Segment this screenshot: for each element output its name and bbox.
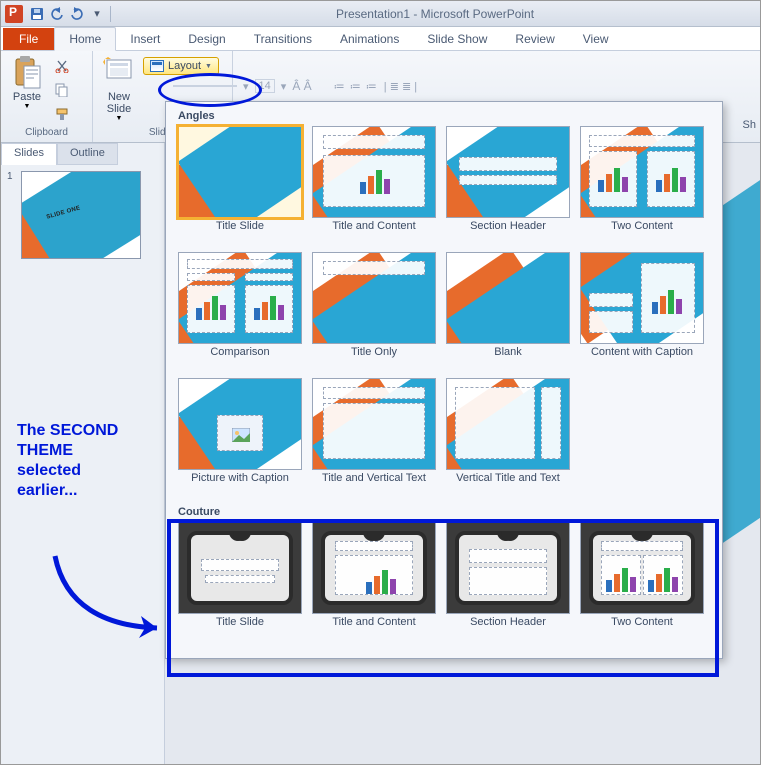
gallery-section-couture: Couture Title Slide Title and Content <box>176 504 712 642</box>
cut-button[interactable] <box>51 55 73 77</box>
powerpoint-icon <box>5 5 23 23</box>
chevron-down-icon: ▼ <box>205 63 212 70</box>
paste-icon <box>11 57 43 89</box>
tab-home[interactable]: Home <box>54 27 116 51</box>
layout-gallery: Angles Title Slide Title and Content <box>165 101 723 659</box>
ribbon-tabs: File Home Insert Design Transitions Anim… <box>1 27 760 51</box>
layout-couture-title-slide[interactable]: Title Slide <box>176 522 304 642</box>
layout-title-and-content[interactable]: Title and Content <box>310 126 438 246</box>
thumb-label: SLIDE ONE <box>46 205 81 220</box>
tab-design[interactable]: Design <box>174 28 239 50</box>
new-slide-button[interactable]: New Slide ▼ <box>99 55 139 124</box>
qat-separator <box>110 6 111 22</box>
clipboard-group-label: Clipboard <box>7 127 86 140</box>
layout-button[interactable]: Layout ▼ <box>143 57 219 75</box>
layout-comparison[interactable]: Comparison <box>176 252 304 372</box>
shapes-hint: Sh <box>743 119 756 131</box>
layout-blank[interactable]: Blank <box>444 252 572 372</box>
qat-customize-button[interactable]: ▾ <box>88 5 106 23</box>
layout-title-and-vertical-text[interactable]: Title and Vertical Text <box>310 378 438 498</box>
gallery-section-title: Angles <box>176 108 712 126</box>
tab-transitions[interactable]: Transitions <box>240 28 326 50</box>
tab-animations[interactable]: Animations <box>326 28 413 50</box>
slide-number: 1 <box>7 171 17 259</box>
window-title: Presentation1 - Microsoft PowerPoint <box>114 7 756 21</box>
font-size-box: 14 <box>255 79 275 93</box>
layout-two-content[interactable]: Two Content <box>578 126 706 246</box>
tab-review[interactable]: Review <box>501 28 568 50</box>
layout-label: Layout <box>168 60 201 72</box>
layout-section-header[interactable]: Section Header <box>444 126 572 246</box>
copy-button[interactable] <box>51 79 73 101</box>
gallery-section-angles: Angles Title Slide Title and Content <box>176 108 712 498</box>
qat-undo-button[interactable] <box>48 5 66 23</box>
file-tab[interactable]: File <box>3 28 54 50</box>
group-clipboard: Paste ▼ Clipboard <box>1 51 93 142</box>
tab-view[interactable]: View <box>569 28 623 50</box>
title-bar: ▾ Presentation1 - Microsoft PowerPoint <box>1 1 760 27</box>
new-slide-icon <box>103 57 135 89</box>
panel-tab-slides[interactable]: Slides <box>1 143 57 165</box>
ribbon-dimmed-area: ▾ 14 ▾ Â Â ≔ ≔ ≔ | ≣ ≣ | <box>165 51 760 93</box>
layout-icon <box>150 60 164 72</box>
format-painter-button[interactable] <box>51 103 73 125</box>
layout-couture-section-header[interactable]: Section Header <box>444 522 572 642</box>
qat-redo-button[interactable] <box>68 5 86 23</box>
layout-title-slide[interactable]: Title Slide <box>176 126 304 246</box>
tab-insert[interactable]: Insert <box>116 28 174 50</box>
new-slide-label: New Slide <box>107 91 131 115</box>
tab-slideshow[interactable]: Slide Show <box>413 28 501 50</box>
layout-title-only[interactable]: Title Only <box>310 252 438 372</box>
gallery-section-title: Couture <box>176 504 712 522</box>
qat-save-button[interactable] <box>28 5 46 23</box>
slide-thumbnail-1[interactable]: SLIDE ONE <box>21 171 141 259</box>
annotation-text: The SECOND THEME selected earlier... <box>17 421 127 501</box>
panel-tab-outline[interactable]: Outline <box>57 143 118 165</box>
paste-label: Paste <box>13 91 41 103</box>
paste-button[interactable]: Paste ▼ <box>7 55 47 112</box>
layout-couture-title-and-content[interactable]: Title and Content <box>310 522 438 642</box>
layout-content-with-caption[interactable]: Content with Caption <box>578 252 706 372</box>
layout-couture-two-content[interactable]: Two Content <box>578 522 706 642</box>
layout-picture-with-caption[interactable]: Picture with Caption <box>176 378 304 498</box>
layout-vertical-title-and-text[interactable]: Vertical Title and Text <box>444 378 572 498</box>
annotation-arrow <box>45 546 175 646</box>
